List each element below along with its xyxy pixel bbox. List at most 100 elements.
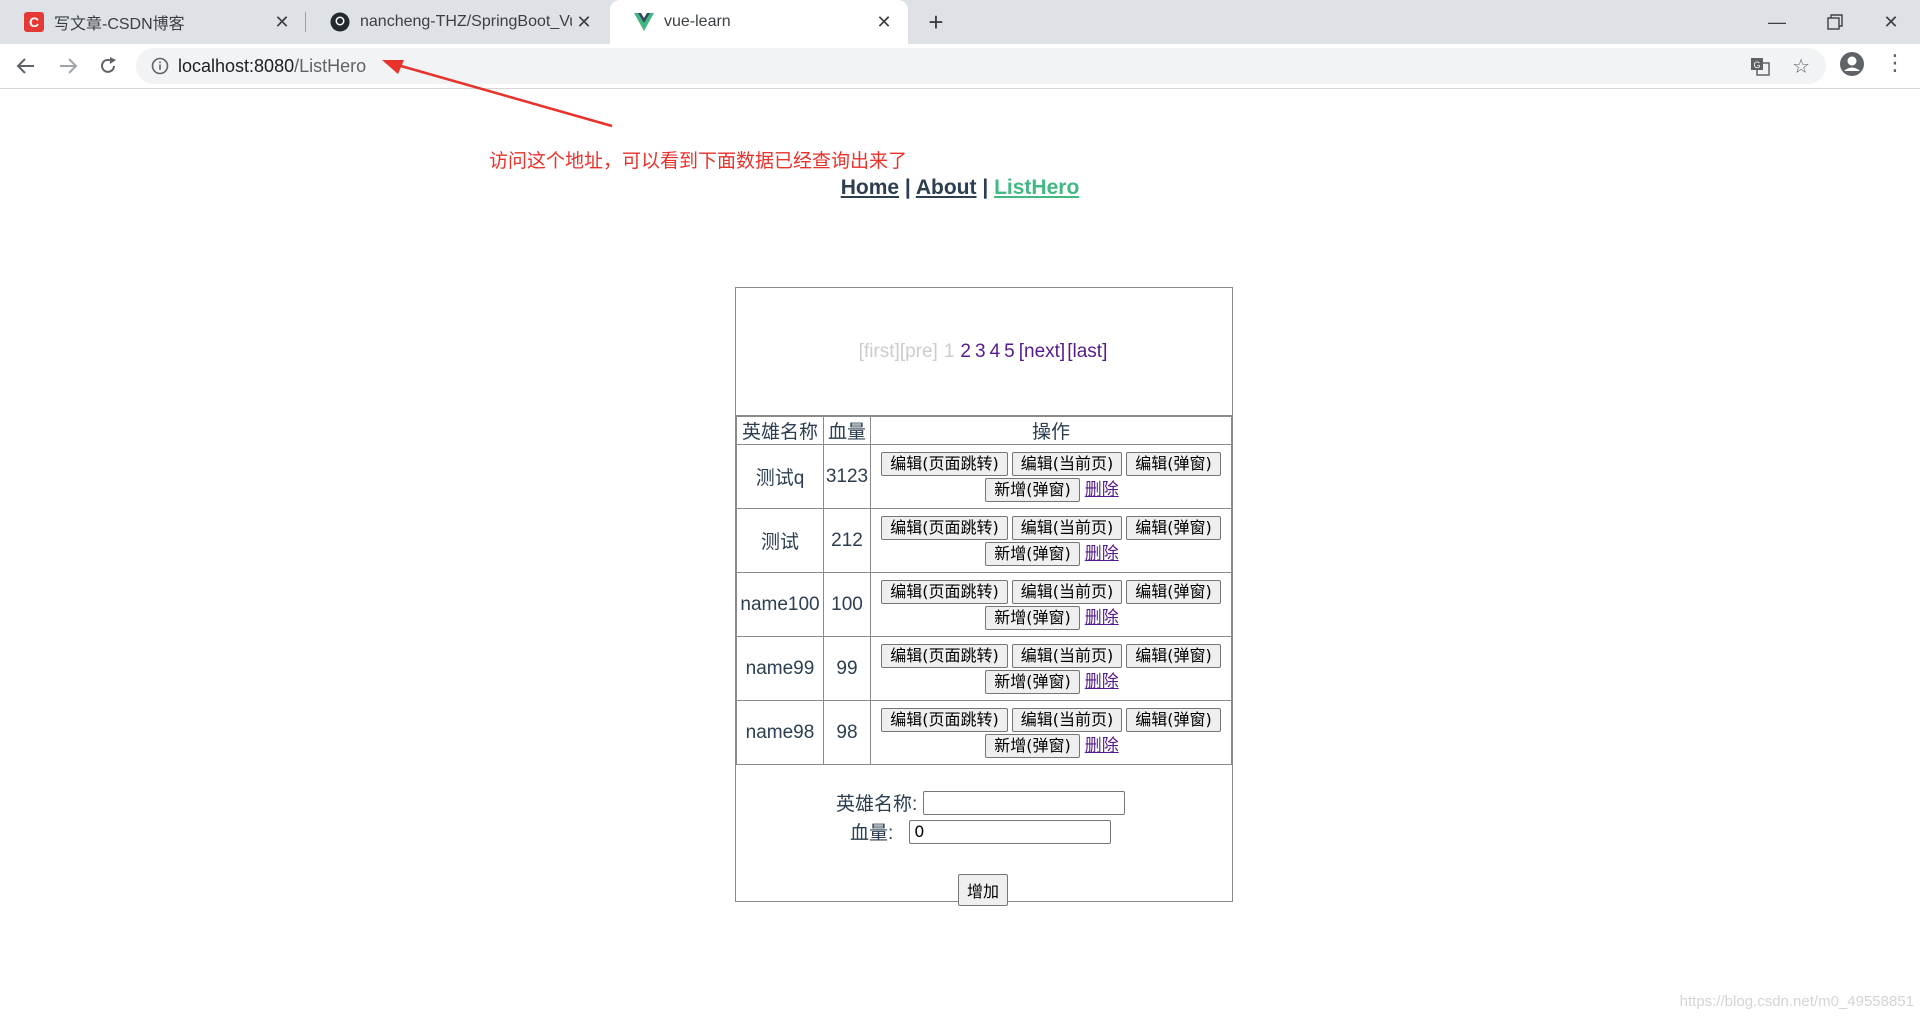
svg-text:G: G	[1753, 60, 1760, 70]
edit-popup-button[interactable]: 编辑(弹窗)	[1126, 707, 1221, 732]
hero-actions-cell: 编辑(页面跳转) 编辑(当前页) 编辑(弹窗) 新增(弹窗) 删除	[870, 700, 1232, 765]
delete-link[interactable]: 删除	[1085, 608, 1119, 627]
minimize-icon[interactable]: —	[1748, 0, 1806, 44]
hero-actions-cell: 编辑(页面跳转) 编辑(当前页) 编辑(弹窗) 新增(弹窗) 删除	[870, 508, 1232, 573]
nav-home-link[interactable]: Home	[841, 176, 899, 199]
edit-page-button[interactable]: 编辑(页面跳转)	[881, 707, 1008, 732]
edit-popup-button[interactable]: 编辑(弹窗)	[1126, 515, 1221, 540]
hero-actions-cell: 编辑(页面跳转) 编辑(当前页) 编辑(弹窗) 新增(弹窗) 删除	[870, 444, 1232, 509]
add-popup-button[interactable]: 新增(弹窗)	[985, 477, 1080, 502]
new-tab-button[interactable]: +	[922, 8, 950, 36]
hero-name-label: 英雄名称:	[836, 794, 918, 815]
tab-title: 写文章-CSDN博客	[54, 16, 185, 33]
edit-current-button[interactable]: 编辑(当前页)	[1011, 515, 1123, 540]
pager-current-page: 1	[943, 340, 955, 362]
vue-logo-icon	[634, 12, 654, 32]
delete-link[interactable]: 删除	[1085, 480, 1119, 499]
hero-name-cell: name100	[736, 572, 824, 637]
reload-icon[interactable]	[92, 50, 124, 82]
add-popup-button[interactable]: 新增(弹窗)	[985, 605, 1080, 630]
edit-current-button[interactable]: 编辑(当前页)	[1011, 643, 1123, 668]
edit-page-button[interactable]: 编辑(页面跳转)	[881, 579, 1008, 604]
translate-icon[interactable]: G	[1750, 56, 1770, 81]
nav-separator: |	[982, 176, 989, 199]
pager-last[interactable]: [last]	[1067, 341, 1107, 363]
pager-page-2[interactable]: 2	[960, 341, 971, 363]
edit-page-button[interactable]: 编辑(页面跳转)	[881, 643, 1008, 668]
edit-page-button[interactable]: 编辑(页面跳转)	[881, 451, 1008, 476]
hero-name-input[interactable]	[923, 790, 1126, 815]
edit-popup-button[interactable]: 编辑(弹窗)	[1126, 579, 1221, 604]
url-path: /ListHero	[294, 56, 367, 76]
delete-link[interactable]: 删除	[1085, 544, 1119, 563]
pagination: [first] [pre] 1 2 3 4 5 [next] [last]	[736, 288, 1232, 416]
hero-hp-cell: 99	[823, 636, 871, 701]
star-icon[interactable]: ☆	[1792, 54, 1810, 79]
tab-strip: C 写文章-CSDN博客 ✕ nancheng-THZ/SpringBoot_V…	[0, 0, 1920, 44]
tab-title: vue-learn	[664, 13, 731, 30]
hero-hp-input[interactable]: 0	[909, 819, 1112, 844]
pager-first: [first]	[858, 340, 900, 362]
forward-icon[interactable]	[52, 50, 84, 82]
add-popup-button[interactable]: 新增(弹窗)	[985, 669, 1080, 694]
hero-actions-cell: 编辑(页面跳转) 编辑(当前页) 编辑(弹窗) 新增(弹窗) 删除	[870, 636, 1232, 701]
col-header-hp: 血量	[823, 416, 871, 445]
nav-listhero-link[interactable]: ListHero	[994, 176, 1079, 199]
hero-name-cell: name98	[736, 700, 824, 765]
tab-vue-learn[interactable]: vue-learn ✕	[610, 0, 908, 44]
delete-link[interactable]: 删除	[1085, 672, 1119, 691]
edit-current-button[interactable]: 编辑(当前页)	[1011, 451, 1123, 476]
close-tab-icon[interactable]: ✕	[872, 12, 896, 33]
nav-separator: |	[904, 176, 911, 199]
hero-hp-cell: 100	[823, 572, 871, 637]
hero-table: 英雄名称 血量 操作 测试q 3123 编辑(页面跳转) 编辑(当前页) 编辑(弹窗) 新…	[736, 416, 1232, 765]
nav-about-link[interactable]: About	[916, 176, 977, 199]
menu-icon[interactable]: ⋮	[1884, 50, 1906, 76]
col-header-actions: 操作	[870, 416, 1232, 445]
tab-csdn[interactable]: C 写文章-CSDN博客 ✕	[0, 0, 306, 44]
github-icon	[330, 12, 350, 32]
close-tab-icon[interactable]: ✕	[270, 12, 294, 33]
col-header-name: 英雄名称	[736, 416, 824, 445]
table-row: 测试q 3123 编辑(页面跳转) 编辑(当前页) 编辑(弹窗) 新增(弹窗) 删除	[736, 444, 1232, 509]
hero-hp-cell: 212	[823, 508, 871, 573]
edit-current-button[interactable]: 编辑(当前页)	[1011, 579, 1123, 604]
hero-name-cell: name99	[736, 636, 824, 701]
hero-hp-cell: 98	[823, 700, 871, 765]
table-header-row: 英雄名称 血量 操作	[736, 416, 1232, 445]
url-host: localhost:8080	[178, 56, 295, 76]
back-icon[interactable]	[10, 50, 42, 82]
maximize-icon[interactable]	[1806, 0, 1864, 44]
profile-icon[interactable]	[1839, 51, 1865, 82]
info-icon[interactable]	[150, 56, 170, 81]
csdn-icon: C	[24, 12, 44, 32]
pager-page-5[interactable]: 5	[1004, 341, 1015, 363]
pager-page-4[interactable]: 4	[990, 341, 1001, 363]
edit-page-button[interactable]: 编辑(页面跳转)	[881, 515, 1008, 540]
edit-popup-button[interactable]: 编辑(弹窗)	[1126, 643, 1221, 668]
annotation-text: 访问这个地址，可以看到下面数据已经查询出来了	[489, 150, 908, 172]
table-row: 测试 212 编辑(页面跳转) 编辑(当前页) 编辑(弹窗) 新增(弹窗) 删除	[736, 508, 1232, 573]
browser-toolbar: localhost:8080/ListHero G ☆	[0, 44, 1920, 89]
tab-github[interactable]: nancheng-THZ/SpringBoot_Vu ✕	[306, 0, 608, 44]
close-icon[interactable]: ✕	[1862, 0, 1920, 44]
table-row: name100 100 编辑(页面跳转) 编辑(当前页) 编辑(弹窗) 新增(弹窗) 删除	[736, 572, 1232, 637]
hero-actions-cell: 编辑(页面跳转) 编辑(当前页) 编辑(弹窗) 新增(弹窗) 删除	[870, 572, 1232, 637]
delete-link[interactable]: 删除	[1085, 736, 1119, 755]
watermark: https://blog.csdn.net/m0_49558851	[1679, 993, 1914, 1010]
hero-list-panel: [first] [pre] 1 2 3 4 5 [next] [last] 英雄…	[735, 287, 1233, 906]
hero-name-cell: 测试	[736, 508, 824, 573]
pager-next[interactable]: [next]	[1019, 341, 1065, 363]
pager-page-3[interactable]: 3	[975, 341, 986, 363]
edit-current-button[interactable]: 编辑(当前页)	[1011, 707, 1123, 732]
svg-text:C: C	[29, 14, 39, 30]
add-hero-button[interactable]: 增加	[958, 874, 1009, 906]
edit-popup-button[interactable]: 编辑(弹窗)	[1126, 451, 1221, 476]
url-text[interactable]: localhost:8080/ListHero	[178, 56, 366, 77]
hero-name-cell: 测试q	[736, 444, 824, 509]
add-popup-button[interactable]: 新增(弹窗)	[985, 733, 1080, 758]
tab-title: nancheng-THZ/SpringBoot_Vu	[360, 13, 572, 30]
add-popup-button[interactable]: 新增(弹窗)	[985, 541, 1080, 566]
hero-hp-label: 血量:	[850, 823, 894, 844]
close-tab-icon[interactable]: ✕	[572, 12, 596, 33]
